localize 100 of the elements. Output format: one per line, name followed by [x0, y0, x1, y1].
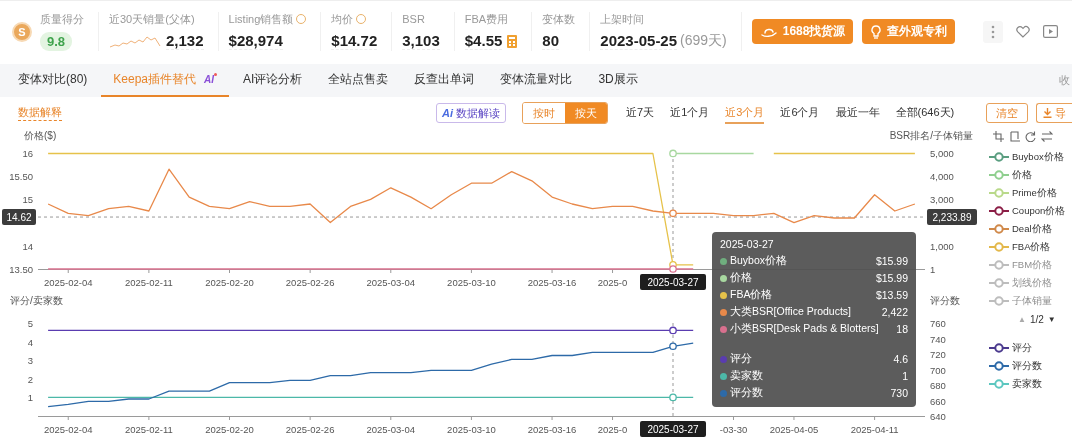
legend-icon	[989, 278, 1009, 288]
axis-label: 2025-03-16	[527, 277, 577, 288]
tab[interactable]: 3D展示	[586, 64, 650, 97]
tooltip-label: 大类BSR[Office Products]	[730, 305, 852, 319]
heart-icon[interactable]	[1016, 25, 1030, 38]
metric-label: Listing销售额	[228, 11, 294, 27]
data-point	[669, 326, 677, 335]
axis-label: 2025-02-26	[285, 277, 335, 288]
range-option[interactable]: 最近一年	[835, 102, 880, 124]
metric-label: BSR	[402, 13, 425, 25]
legend-item[interactable]: FBA价格	[989, 240, 1072, 254]
legend-item[interactable]: 子体销量	[989, 294, 1072, 308]
tooltip-value: 18	[896, 323, 908, 335]
tooltip-label: 评分	[730, 352, 753, 366]
tab[interactable]: 反查出单词	[402, 64, 487, 97]
swap-icon[interactable]	[1041, 130, 1053, 142]
x-tick-label: 2025-03-27	[647, 277, 700, 288]
metric-value: $28,974	[228, 32, 283, 50]
tab[interactable]: AI评论分析	[231, 64, 315, 97]
axis-label: 2025-03-10	[447, 277, 496, 288]
date-label: 2025-03-27	[640, 274, 706, 290]
tooltip-value: 4.6	[893, 353, 908, 365]
legend-item[interactable]: Deal价格	[989, 222, 1072, 236]
axis-label: 2025-02-26	[285, 424, 335, 435]
axis-label: 1	[930, 264, 936, 275]
legend-item[interactable]: Buybox价格	[989, 150, 1072, 164]
metric-label: 变体数	[542, 11, 576, 27]
axis-label: 3,000	[930, 194, 954, 206]
metric-value: $4.55	[464, 32, 503, 50]
axis-label: 4,000	[930, 171, 954, 183]
axis-title: 评分数	[930, 294, 960, 308]
tooltip-label: 价格	[730, 271, 753, 285]
axis-label: 15.50	[9, 171, 33, 183]
tooltip-label: Buybox价格	[730, 254, 789, 268]
tooltip-value: $15.99	[875, 272, 908, 284]
metric-label: 上架时间	[600, 11, 645, 27]
calculator-icon	[507, 34, 518, 48]
video-icon[interactable]	[1043, 25, 1058, 38]
axis-label: 4	[27, 336, 33, 348]
crop-icon[interactable]	[1009, 130, 1020, 142]
axis-label: 2025-0	[597, 277, 628, 288]
axis-label: 15	[22, 194, 33, 206]
legend-icon	[989, 260, 1009, 270]
axis-label: 640	[930, 411, 946, 422]
tooltip-label: 卖家数	[730, 369, 764, 383]
tooltip-label: FBA价格	[730, 288, 774, 302]
metric-label: 近30天销量(父体)	[109, 11, 195, 27]
axis-label: 3	[27, 355, 33, 367]
tab[interactable]: 全站点售卖	[316, 64, 401, 97]
tab[interactable]: 变体对比(80)	[6, 64, 100, 97]
axis-label: 1,000	[930, 240, 954, 252]
range-option[interactable]: 全部(646天)	[895, 102, 955, 124]
legend-item[interactable]: 划线价格	[989, 276, 1072, 290]
axis-label: 2025-03-04	[366, 424, 416, 435]
axis-label: -03-30	[719, 424, 748, 435]
tab[interactable]: 变体流量对比	[488, 64, 585, 97]
legend-icon	[989, 296, 1009, 306]
axis-label: 2025-03-16	[527, 424, 577, 435]
range-option[interactable]: 近1个月	[670, 102, 710, 124]
axis-label: 760	[930, 318, 946, 329]
crop-icon[interactable]	[993, 130, 1004, 142]
page-down-button[interactable]: ▼	[1047, 315, 1056, 324]
metric-label: 质量得分	[40, 11, 84, 27]
legend-item[interactable]: Coupon价格	[989, 204, 1072, 218]
axis-label: 680	[930, 380, 946, 391]
legend-item[interactable]: 卖家数	[989, 377, 1072, 391]
legend-item[interactable]: 评分数	[989, 359, 1072, 373]
ai-interpret-button[interactable]: Ai 数据解读	[436, 103, 506, 123]
axis-label: 740	[930, 333, 946, 345]
axis-label: 2025-0	[597, 424, 628, 435]
date-label: 2025-03-27	[640, 421, 706, 437]
tooltip-label: 评分数	[730, 386, 764, 400]
tooltip-value: 730	[890, 387, 908, 399]
metric-value: 2,132	[166, 32, 204, 50]
axis-label: 1	[27, 392, 33, 404]
axis-label: 700	[930, 364, 946, 376]
axis-label: 5,000	[930, 148, 954, 159]
axis-label: 2025-02-11	[124, 424, 173, 435]
data-point	[669, 393, 677, 402]
axis-label: 2025-03-10	[447, 424, 496, 435]
metric-note: (699天)	[680, 32, 727, 50]
axis-label: 2025-02-11	[124, 277, 173, 288]
metric-label: FBA费用	[464, 11, 509, 27]
axis-title: BSR排名/子体销量	[889, 129, 973, 143]
legend-item[interactable]: 价格	[989, 168, 1072, 182]
range-option[interactable]: 近7天	[626, 102, 655, 124]
tab[interactable]: Keepa插件替代 AI	[101, 64, 230, 97]
tooltip-date: 2025-03-27	[720, 238, 775, 250]
range-option[interactable]: 近6个月	[780, 102, 820, 124]
axis-title: 评分/卖家数	[10, 294, 63, 308]
legend-item[interactable]: Prime价格	[989, 186, 1072, 200]
legend-item[interactable]: 评分	[989, 341, 1072, 355]
tooltip-value: 2,422	[881, 306, 908, 318]
refresh-icon[interactable]	[1025, 130, 1036, 142]
axis-title: 价格($)	[24, 129, 57, 143]
axis-label: 2025-02-20	[205, 277, 254, 288]
more-button[interactable]	[983, 20, 1003, 43]
metric-value: $14.72	[331, 32, 378, 50]
axis-label: 5	[27, 318, 33, 329]
axis-label: 2025-02-04	[43, 277, 93, 288]
